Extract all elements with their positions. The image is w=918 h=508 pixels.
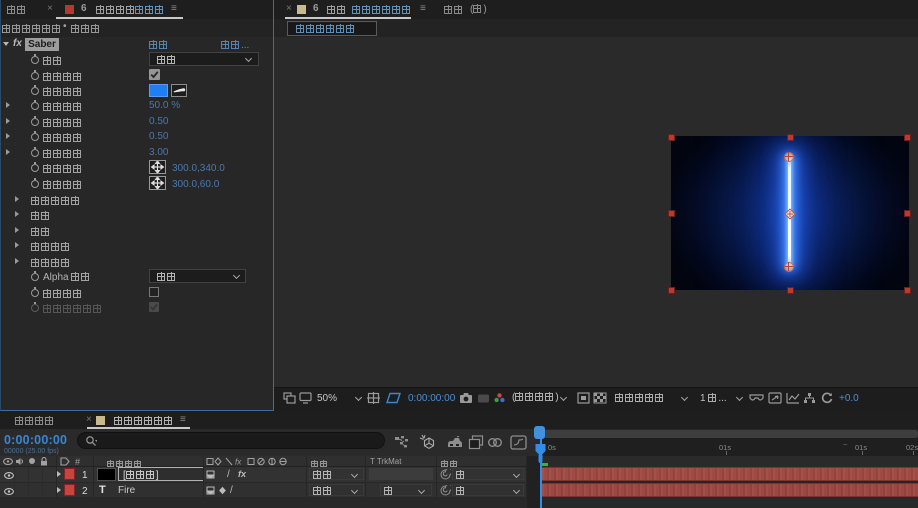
svg-text:fx: fx xyxy=(235,458,242,467)
